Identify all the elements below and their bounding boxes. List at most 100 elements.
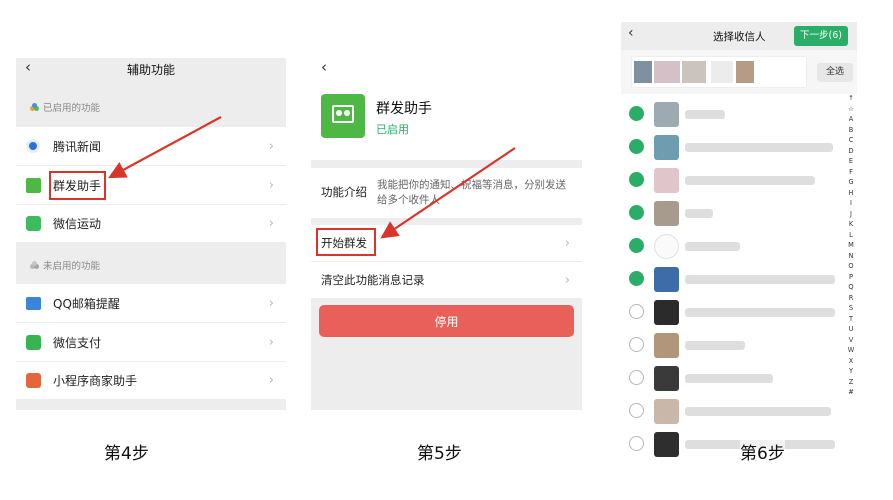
checked-icon[interactable]: [629, 271, 644, 286]
checked-icon[interactable]: [629, 106, 644, 121]
index-letter[interactable]: X: [845, 356, 857, 367]
clear-history-row[interactable]: 清空此功能消息记录 ›: [311, 262, 582, 298]
list-item-tencent-news[interactable]: 腾讯新闻 ›: [16, 127, 286, 165]
contact-row[interactable]: [621, 395, 857, 428]
flower-icon: [30, 102, 39, 112]
selected-avatar: [711, 61, 733, 83]
selected-bar: 全选: [621, 50, 857, 94]
index-letter[interactable]: I: [845, 198, 857, 209]
back-icon[interactable]: ‹: [628, 25, 634, 41]
unchecked-icon[interactable]: [629, 370, 644, 385]
selected-avatar: [682, 61, 706, 83]
clear-history-label: 清空此功能消息记录: [321, 273, 425, 287]
checked-icon[interactable]: [629, 205, 644, 220]
index-letter[interactable]: L: [845, 230, 857, 241]
contact-row[interactable]: [621, 98, 857, 131]
contact-row[interactable]: [621, 131, 857, 164]
checked-icon[interactable]: [629, 139, 644, 154]
avatar: [654, 102, 679, 127]
index-letter[interactable]: N: [845, 251, 857, 262]
mass-send-icon: [26, 177, 41, 193]
index-letter[interactable]: W: [845, 345, 857, 356]
index-letter[interactable]: ☆: [845, 104, 857, 115]
nav-bar: ‹ 选择收信人 下一步(6): [621, 22, 857, 50]
index-letter[interactable]: Z: [845, 377, 857, 388]
intro-text: 我能把你的通知、祝福等消息，分别发送给多个收件人: [377, 179, 566, 206]
store-icon: [26, 373, 41, 388]
index-letter[interactable]: #: [845, 387, 857, 398]
index-letter[interactable]: A: [845, 114, 857, 125]
alphabet-index[interactable]: ↑ ☆ A B C D E F G H I J K L M N O P Q R S T U V W X Y Z #: [845, 93, 857, 403]
status-text: 已启用: [376, 123, 409, 136]
avatar: [654, 399, 679, 424]
avatar: [654, 267, 679, 292]
list-item-mini-program-merchant[interactable]: 小程序商家助手 ›: [16, 362, 286, 399]
index-letter[interactable]: J: [845, 209, 857, 220]
index-letter[interactable]: B: [845, 125, 857, 136]
list-item-label: QQ邮箱提醒: [53, 296, 120, 311]
list-item-label: 腾讯新闻: [53, 139, 102, 154]
contact-row[interactable]: [621, 329, 857, 362]
index-letter[interactable]: V: [845, 335, 857, 346]
contact-row[interactable]: [621, 296, 857, 329]
index-letter[interactable]: Y: [845, 366, 857, 377]
index-letter[interactable]: G: [845, 177, 857, 188]
avatar: [654, 333, 679, 358]
section-header-enabled: 已启用的功能: [30, 100, 100, 114]
index-letter[interactable]: O: [845, 261, 857, 272]
page-title: 选择收信人: [713, 31, 766, 43]
select-all-button[interactable]: 全选: [817, 63, 853, 82]
back-icon[interactable]: ‹: [321, 58, 327, 76]
index-letter[interactable]: D: [845, 146, 857, 157]
index-letter[interactable]: P: [845, 272, 857, 283]
chevron-right-icon: ›: [268, 177, 274, 193]
contact-name: [685, 209, 713, 218]
step-label-5: 第5步: [417, 444, 462, 464]
list-item-wechat-sports[interactable]: 微信运动 ›: [16, 205, 286, 242]
nav-bar: ‹ 辅助功能: [16, 58, 286, 80]
contact-name: [685, 374, 773, 383]
chevron-right-icon: ›: [564, 235, 570, 251]
section-label: 已启用的功能: [43, 103, 101, 114]
index-letter[interactable]: H: [845, 188, 857, 199]
contact-name: [685, 176, 815, 185]
index-letter[interactable]: E: [845, 156, 857, 167]
disable-button[interactable]: 停用: [319, 305, 574, 337]
index-letter[interactable]: F: [845, 167, 857, 178]
checked-icon[interactable]: [629, 172, 644, 187]
index-letter[interactable]: ↑: [845, 93, 857, 104]
contact-name: [685, 143, 833, 152]
index-letter[interactable]: M: [845, 240, 857, 251]
chevron-right-icon: ›: [268, 138, 274, 154]
unchecked-icon[interactable]: [629, 304, 644, 319]
index-letter[interactable]: K: [845, 219, 857, 230]
index-letter[interactable]: Q: [845, 282, 857, 293]
contact-row[interactable]: [621, 164, 857, 197]
contact-name: [685, 242, 740, 251]
contact-row[interactable]: [621, 263, 857, 296]
selected-avatars: [631, 56, 807, 88]
index-letter[interactable]: C: [845, 135, 857, 146]
unchecked-icon[interactable]: [629, 337, 644, 352]
index-letter[interactable]: R: [845, 293, 857, 304]
contact-row[interactable]: [621, 230, 857, 263]
panel-select-recipients: ‹ 选择收信人 下一步(6) 全选: [621, 22, 857, 458]
next-step-button[interactable]: 下一步(6): [794, 26, 848, 46]
back-icon[interactable]: ‹: [25, 58, 31, 76]
contact-row[interactable]: [621, 362, 857, 395]
contact-row[interactable]: [621, 428, 857, 458]
list-item-qq-mail[interactable]: QQ邮箱提醒 ›: [16, 284, 286, 322]
highlight-box-mass-send: [49, 171, 106, 200]
selected-avatar: [736, 61, 754, 83]
avatar: [654, 300, 679, 325]
index-letter[interactable]: T: [845, 314, 857, 325]
checked-icon[interactable]: [629, 238, 644, 253]
index-letter[interactable]: U: [845, 324, 857, 335]
avatar: [654, 168, 679, 193]
unchecked-icon[interactable]: [629, 436, 644, 451]
index-letter[interactable]: S: [845, 303, 857, 314]
list-item-wechat-pay[interactable]: 微信支付 ›: [16, 323, 286, 361]
contact-row[interactable]: [621, 197, 857, 230]
unchecked-icon[interactable]: [629, 403, 644, 418]
avatar: [654, 432, 679, 457]
